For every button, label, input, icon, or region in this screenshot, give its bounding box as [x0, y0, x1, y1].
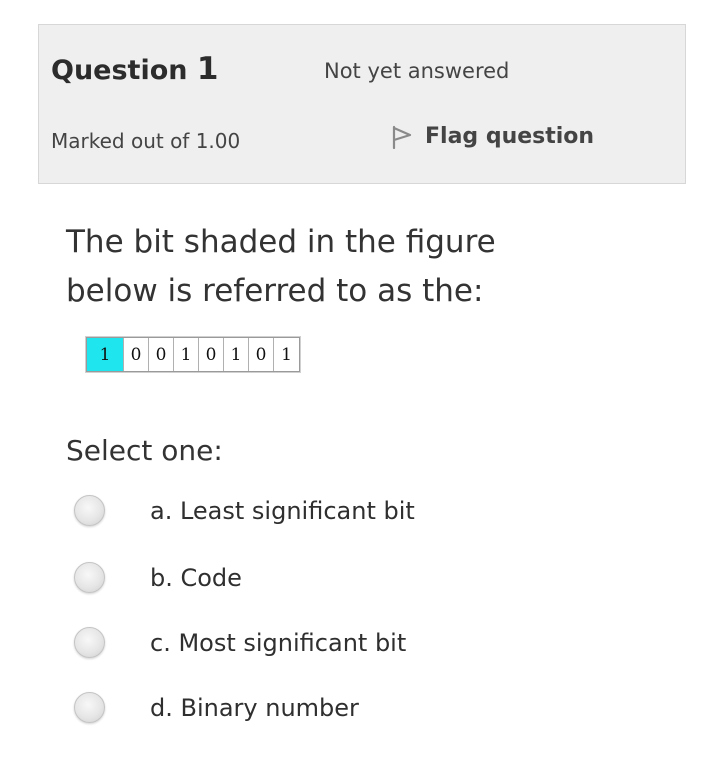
question-state: Not yet answered	[324, 59, 510, 83]
bit-cell: 0	[124, 338, 149, 371]
flag-question-button[interactable]: Flag question	[391, 124, 594, 149]
bit-cell: 1	[174, 338, 199, 371]
shaded-bit-cell: 1	[87, 338, 124, 371]
answer-option-c[interactable]: c. Most significant bit	[74, 627, 406, 658]
radio-button-c[interactable]	[74, 627, 105, 658]
bit-figure: 10010101	[86, 337, 300, 372]
question-word: Question	[51, 55, 188, 86]
bit-cell: 0	[149, 338, 174, 371]
bit-cell: 1	[281, 344, 292, 365]
answer-option-a[interactable]: a. Least significant bit	[74, 495, 415, 526]
question-number: 1	[196, 51, 219, 87]
question-grade: Marked out of 1.00	[51, 129, 241, 153]
question-text-line-2: below is referred to as the:	[66, 273, 484, 309]
radio-button-b[interactable]	[74, 562, 105, 593]
question-text: The bit shaded in the figure below is re…	[66, 218, 586, 316]
answer-option-b[interactable]: b. Code	[74, 562, 242, 593]
question-heading: Question 1	[51, 51, 218, 87]
radio-button-a[interactable]	[74, 495, 105, 526]
radio-button-d[interactable]	[74, 692, 105, 723]
question-info-panel: Question 1 Not yet answered Marked out o…	[38, 24, 686, 184]
answer-option-label-b[interactable]: b. Code	[150, 564, 242, 592]
select-one-prompt: Select one:	[66, 434, 223, 467]
flag-icon	[392, 125, 412, 149]
answer-option-label-d[interactable]: d. Binary number	[150, 694, 359, 722]
bit-cell: 1	[224, 338, 249, 371]
answer-option-label-c[interactable]: c. Most significant bit	[150, 629, 406, 657]
bit-cell: 0	[199, 338, 224, 371]
answer-option-d[interactable]: d. Binary number	[74, 692, 359, 723]
flag-question-label: Flag question	[425, 124, 595, 149]
bit-cell: 0	[249, 338, 274, 371]
answer-option-label-a[interactable]: a. Least significant bit	[150, 497, 415, 525]
question-text-line-1: The bit shaded in the figure	[66, 224, 496, 260]
